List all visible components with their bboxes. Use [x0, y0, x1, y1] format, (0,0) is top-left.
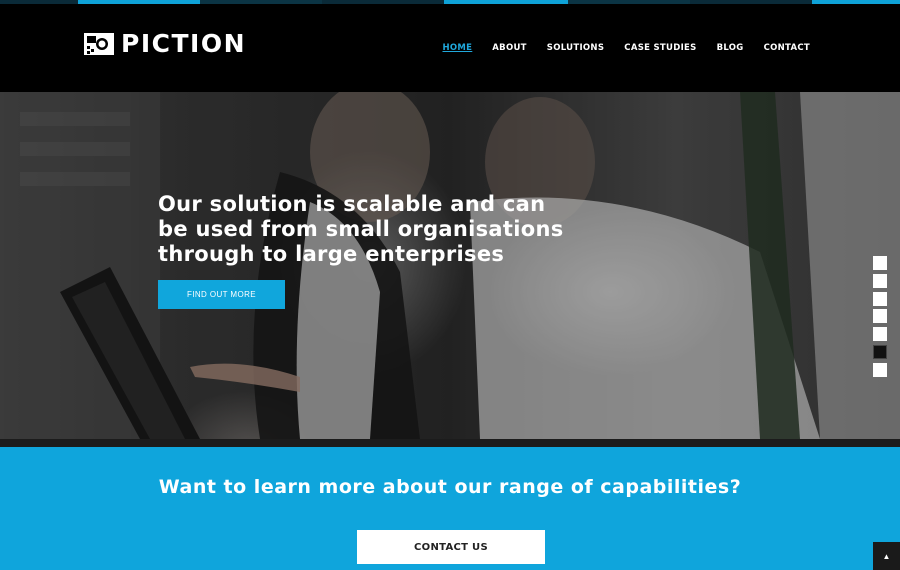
capabilities-band: Want to learn more about our range of ca… — [0, 447, 900, 570]
nav-item-contact[interactable]: CONTACT — [764, 43, 810, 53]
site-header: PICTION HOME ABOUT SOLUTIONS CASE STUDIE… — [0, 4, 900, 92]
caret-up-icon: ▲ — [882, 551, 891, 561]
logo[interactable]: PICTION — [83, 29, 247, 58]
hero-headline-line-1: Our solution is scalable and can — [158, 192, 546, 216]
slider-pagination — [873, 256, 887, 381]
slider-dot-7[interactable] — [873, 362, 887, 377]
find-out-more-button[interactable]: FIND OUT MORE — [158, 280, 285, 309]
back-to-top-button[interactable]: ▲ — [873, 542, 900, 570]
main-nav: HOME ABOUT SOLUTIONS CASE STUDIES BLOG C… — [422, 43, 810, 53]
hero-headline: Our solution is scalable and can be used… — [158, 192, 578, 267]
hero-headline-line-3: through to large enterprises — [158, 242, 505, 266]
nav-item-home[interactable]: HOME — [442, 43, 472, 53]
nav-item-solutions[interactable]: SOLUTIONS — [547, 43, 605, 53]
hero-slider: Our solution is scalable and can be used… — [0, 92, 900, 439]
contact-us-button[interactable]: CONTACT US — [357, 530, 545, 564]
slider-dot-1[interactable] — [873, 256, 887, 270]
logo-icon — [84, 33, 114, 55]
nav-item-case-studies[interactable]: CASE STUDIES — [624, 43, 696, 53]
hero-headline-line-2: be used from small organisations — [158, 217, 564, 241]
slider-dot-6-active[interactable] — [873, 344, 887, 359]
slider-dot-5[interactable] — [873, 327, 887, 342]
nav-item-about[interactable]: ABOUT — [492, 43, 526, 53]
hero-bottom-divider — [0, 439, 900, 447]
nav-item-blog[interactable]: BLOG — [717, 43, 744, 53]
capabilities-heading: Want to learn more about our range of ca… — [158, 476, 742, 498]
slider-dot-2[interactable] — [873, 273, 887, 288]
slider-dot-4[interactable] — [873, 309, 887, 324]
slider-dot-3[interactable] — [873, 291, 887, 306]
brand-name: PICTION — [121, 29, 247, 58]
